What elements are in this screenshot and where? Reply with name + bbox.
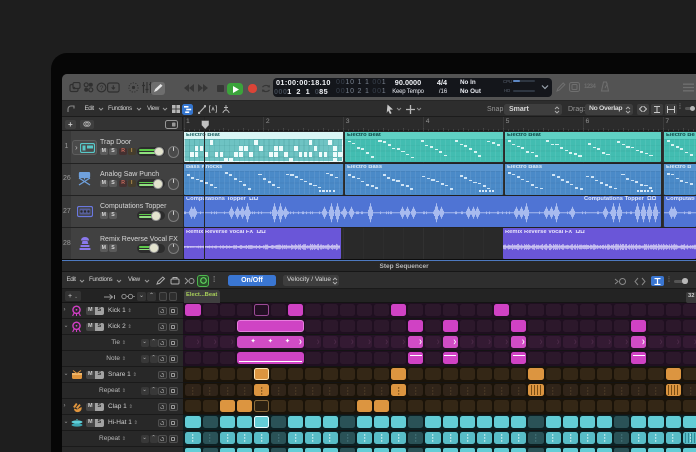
svg-text:?: ? — [100, 85, 104, 92]
